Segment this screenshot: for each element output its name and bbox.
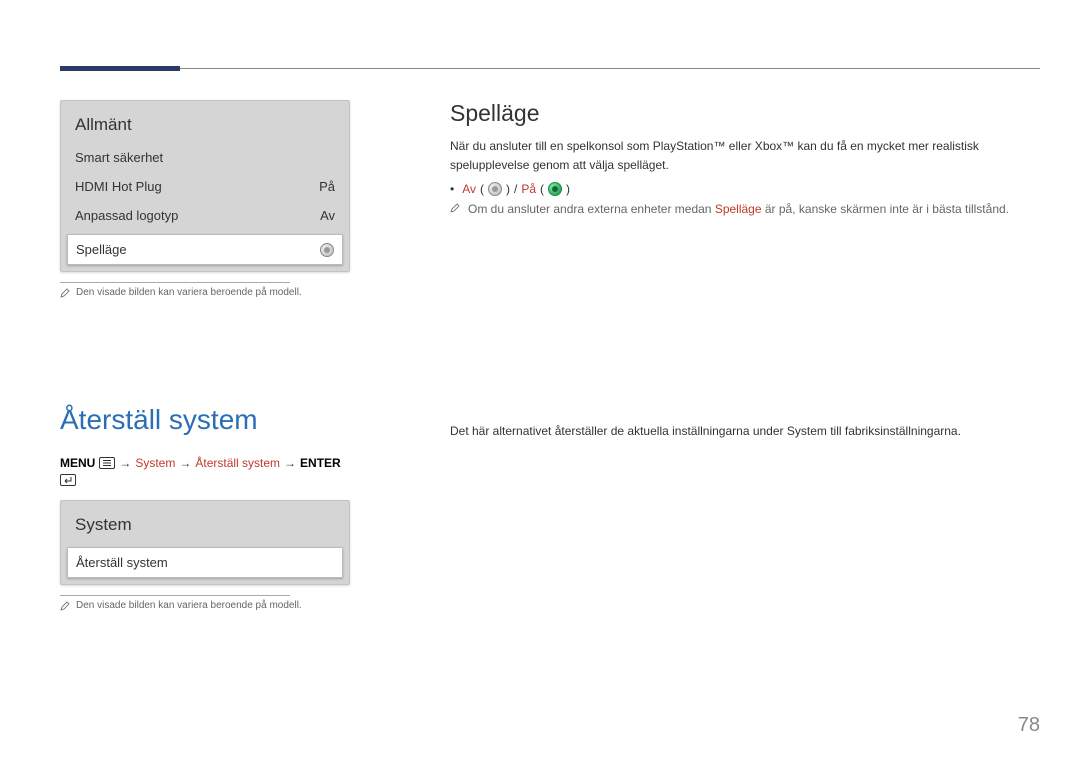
menu-title: Allmänt [61,101,349,143]
page-number: 78 [1018,714,1040,737]
menu-row-label: Återställ system [76,555,168,570]
paren-open: ( [540,182,544,196]
option-av: Av [462,182,476,196]
option-pa: På [521,182,536,196]
breadcrumb-reset: Återställ system [195,456,280,470]
pencil-icon [60,601,70,611]
menu-row-label: Smart säkerhet [75,150,163,165]
breadcrumb-menu: MENU [60,456,95,470]
caption: Den visade bilden kan variera beroende p… [60,287,350,298]
pencil-icon [60,288,70,298]
menu-row[interactable]: HDMI Hot Plug På [61,172,349,201]
toggle-indicator-on-icon [548,182,562,196]
bullet-icon: • [450,182,454,196]
breadcrumb-arrow: → [284,456,296,470]
pencil-icon [450,203,460,213]
menu-row-label: Spelläge [76,242,127,257]
note-text: Om du ansluter andra externa enheter med… [468,202,1009,216]
reset-description: Det här alternativet återställer de aktu… [450,424,1040,438]
menu-row-selected[interactable]: Återställ system [67,547,343,578]
toggle-indicator-off-icon [320,243,334,257]
note-row: Om du ansluter andra externa enheter med… [450,202,1040,216]
caption-text: Den visade bilden kan variera beroende p… [76,600,302,611]
breadcrumb-system: System [135,456,175,470]
menu-row-label: HDMI Hot Plug [75,179,162,194]
paren-close: ) [566,182,570,196]
right-body: När du ansluter till en spelkonsol som P… [450,137,1040,174]
menu-row-value: Av [320,208,335,223]
right-heading-spellage: Spelläge [450,100,1040,127]
menu-row[interactable]: Smart säkerhet [61,143,349,172]
enter-button-icon [60,474,76,486]
options-row: • Av ( ) / På ( ) [450,182,1040,196]
option-sep: / [514,182,517,196]
menu-panel-allmant: Allmänt Smart säkerhet HDMI Hot Plug På … [60,100,350,272]
breadcrumb-arrow: → [119,456,131,470]
caption: Den visade bilden kan variera beroende p… [60,600,350,611]
toggle-indicator-off-icon [488,182,502,196]
menu-row-selected[interactable]: Spelläge [67,234,343,265]
header-rule [60,68,1040,69]
caption-text: Den visade bilden kan variera beroende p… [76,287,302,298]
paren-open: ( [480,182,484,196]
menu-row[interactable]: Anpassad logotyp Av [61,201,349,230]
breadcrumb-arrow: → [179,456,191,470]
breadcrumb: MENU → System → Återställ system → ENTER [60,456,350,486]
menu-row-value: På [319,179,335,194]
menu-row-label: Anpassad logotyp [75,208,178,223]
paren-close: ) [506,182,510,196]
section-heading-reset: Återställ system [60,404,350,436]
breadcrumb-enter: ENTER [300,456,341,470]
menu-button-icon [99,457,115,469]
menu-panel-system: System Återställ system [60,500,350,585]
menu-title: System [61,501,349,543]
header-accent [60,66,180,71]
